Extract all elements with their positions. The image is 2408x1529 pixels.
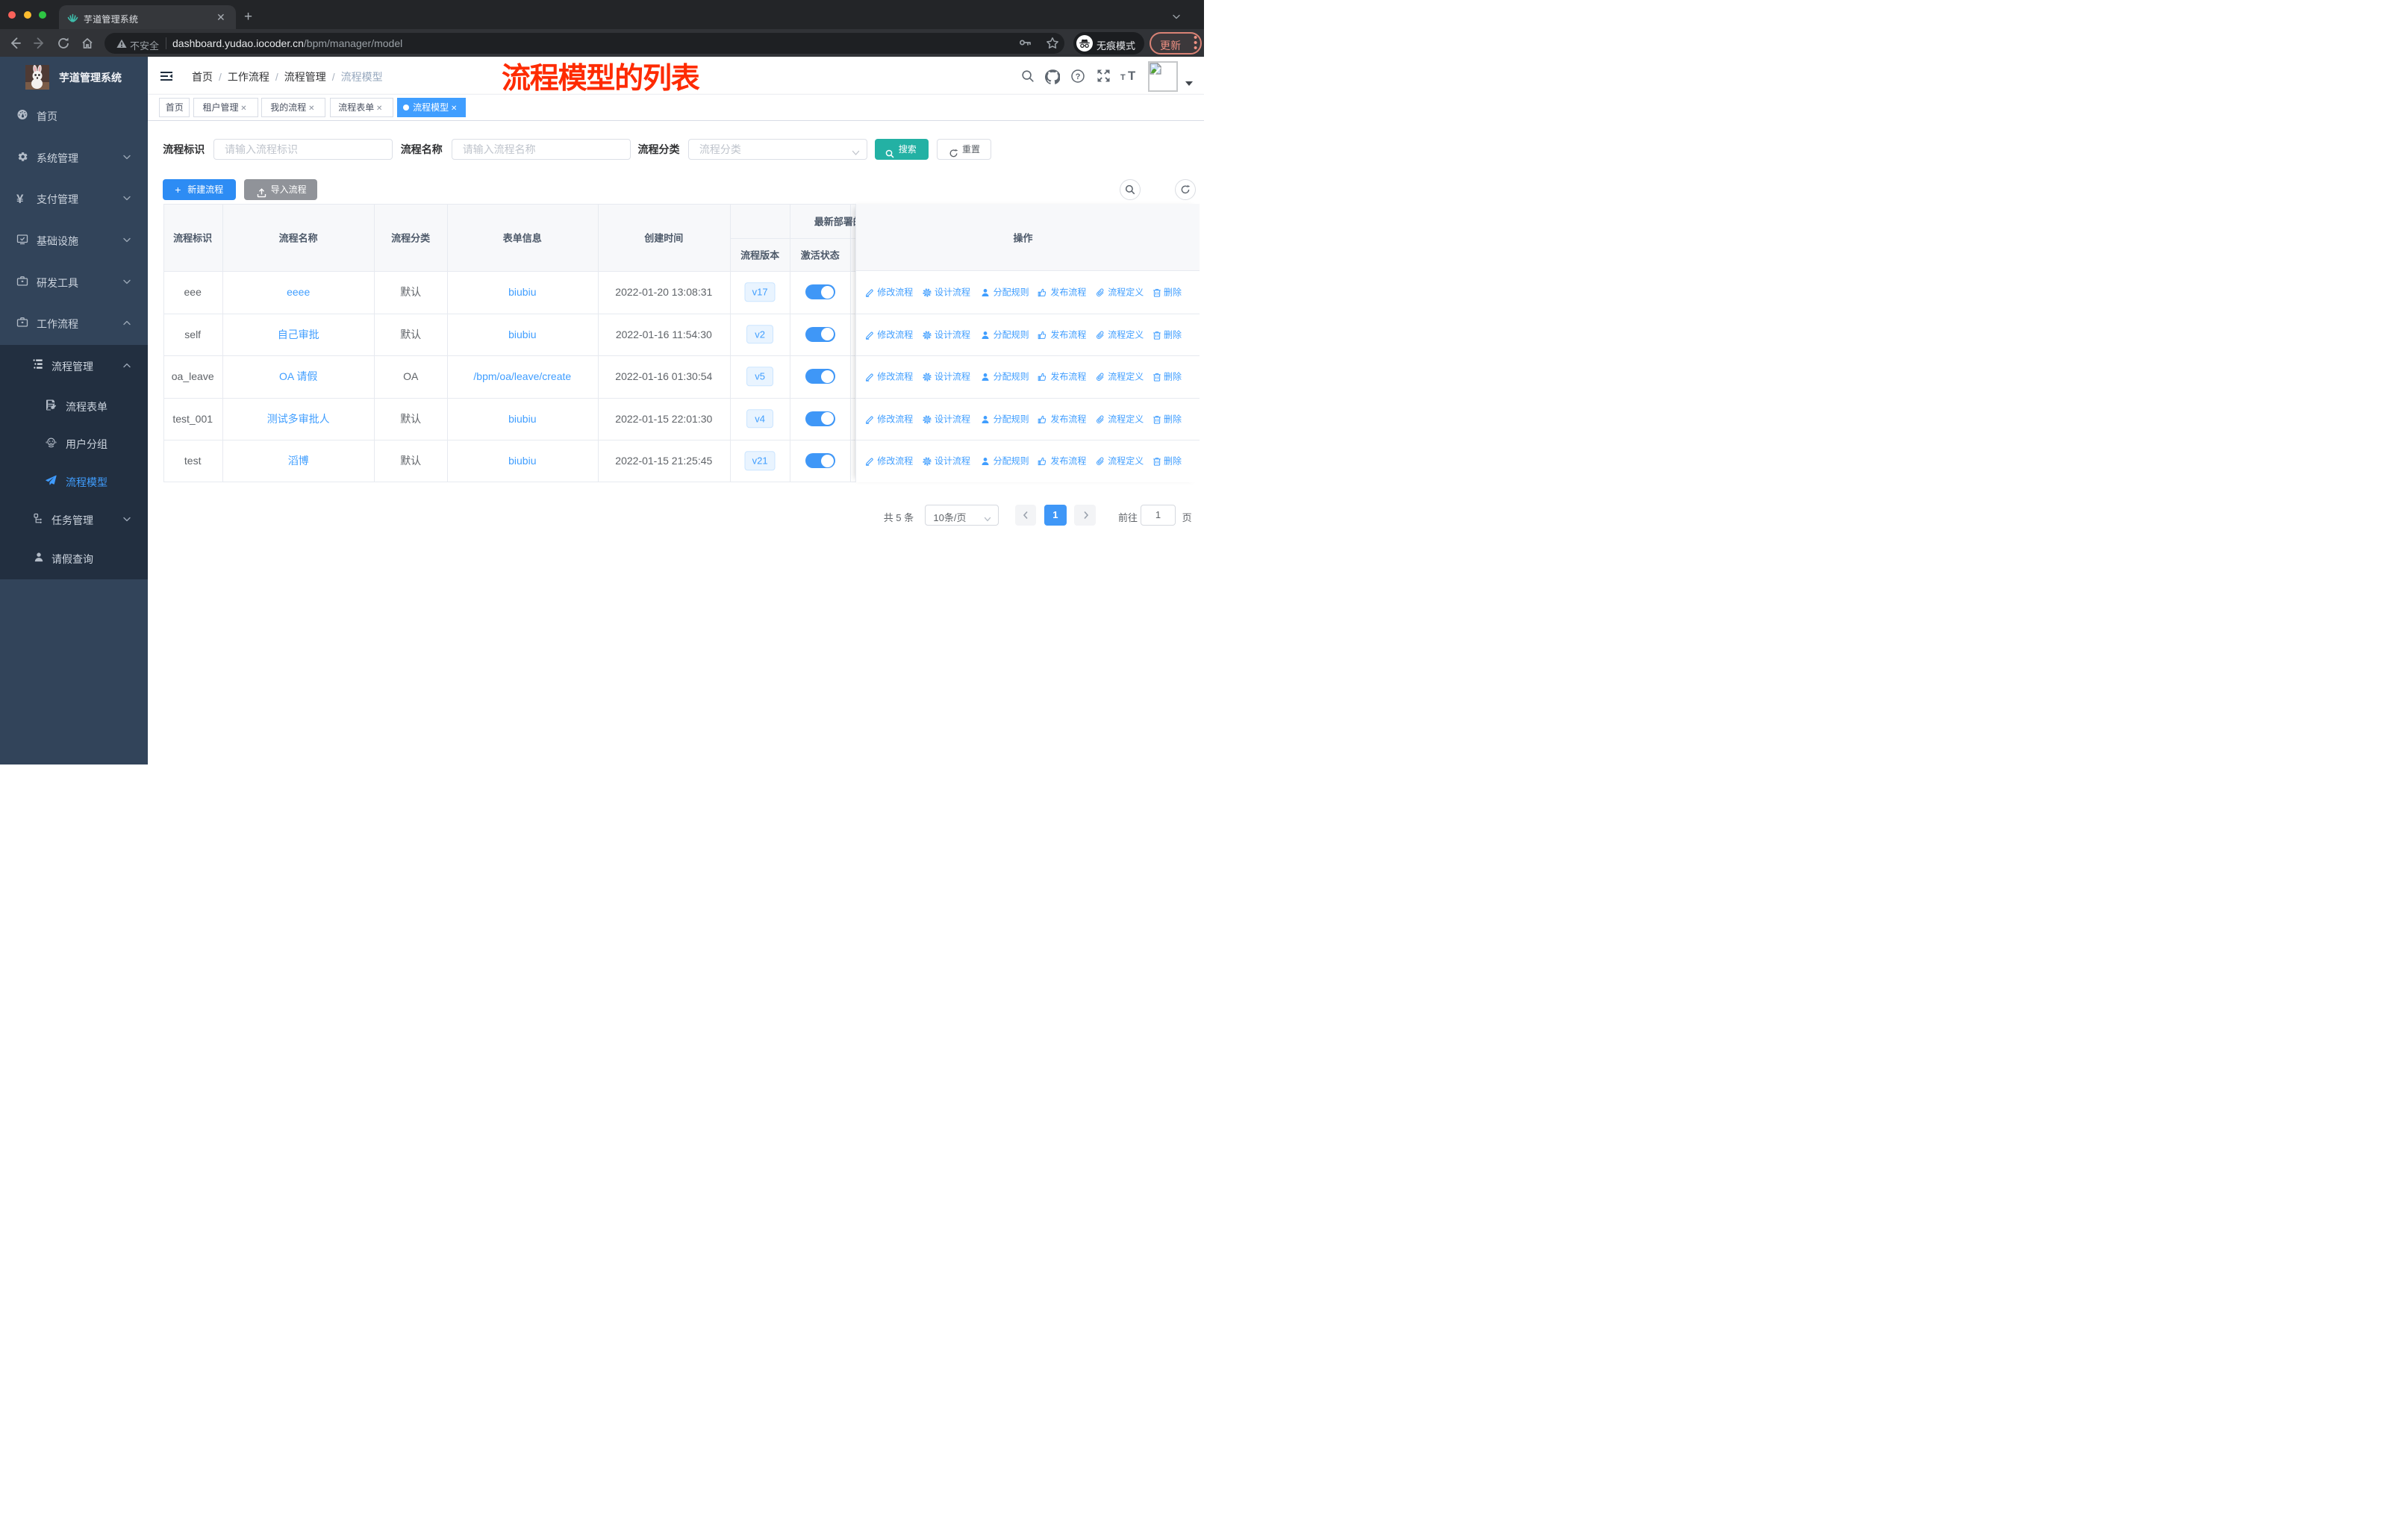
svg-text:T: T [1120,73,1126,81]
svg-text:?: ? [1075,72,1080,81]
svg-text:T: T [1128,69,1135,81]
